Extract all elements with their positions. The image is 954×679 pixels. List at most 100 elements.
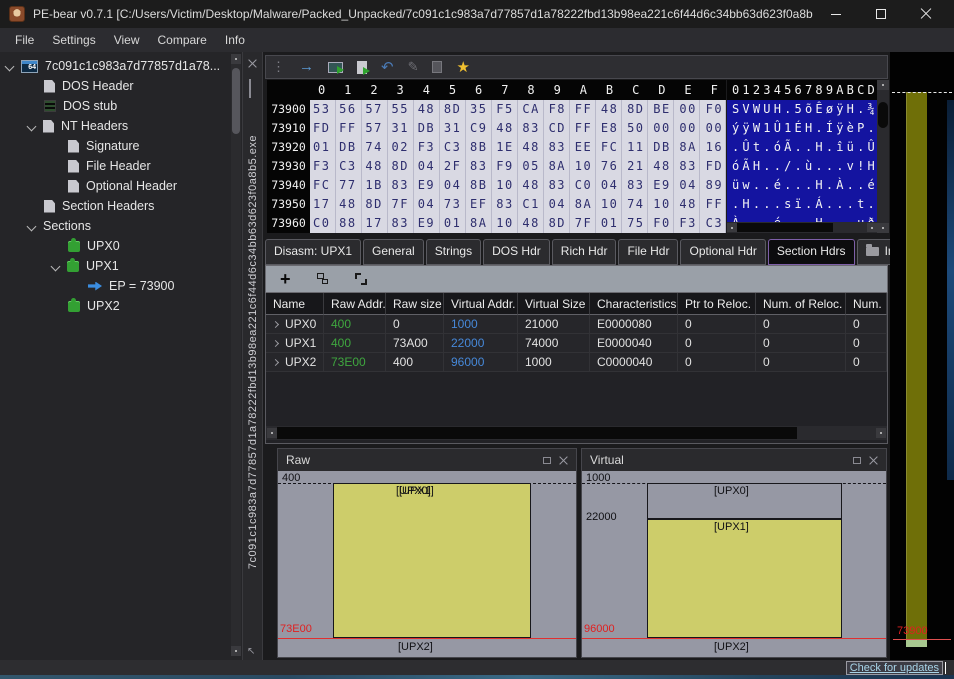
- cell-characteristics[interactable]: C0000040: [590, 353, 678, 372]
- ascii-row[interactable]: .H...sï.Á...t.Hÿ: [727, 195, 877, 214]
- edit-pencil-icon[interactable]: ✎: [408, 59, 419, 75]
- tree-item-upx1[interactable]: UPX1: [0, 256, 242, 276]
- cell-raw-size[interactable]: 0: [386, 315, 444, 334]
- scroll-right-button[interactable]: [876, 428, 886, 438]
- cell-raw-size[interactable]: 400: [386, 353, 444, 372]
- column-header-virtual-addr[interactable]: Virtual Addr.: [444, 293, 518, 315]
- scrollbar-thumb[interactable]: [277, 427, 797, 439]
- tree-item-upx0[interactable]: UPX0: [0, 236, 242, 256]
- chevron-down-icon[interactable]: [5, 61, 15, 71]
- export-icon[interactable]: [357, 61, 367, 74]
- panel-close-icon[interactable]: [869, 456, 878, 465]
- tab-disasm-upx1[interactable]: Disasm: UPX1: [265, 239, 361, 265]
- cell-raw-addr[interactable]: 400: [324, 315, 386, 334]
- scrollbar-thumb[interactable]: [232, 68, 240, 134]
- clipboard-icon[interactable]: [432, 61, 442, 73]
- menu-settings[interactable]: Settings: [43, 30, 104, 50]
- ascii-vertical-scrollbar[interactable]: [877, 80, 889, 233]
- table-row-upx1-name[interactable]: UPX1: [266, 334, 324, 353]
- cell-ptr-reloc[interactable]: 0: [678, 334, 756, 353]
- panel-close-icon[interactable]: [559, 456, 568, 465]
- tab-section-hdrs[interactable]: Section Hdrs: [768, 239, 855, 265]
- cell-virtual-addr[interactable]: 96000: [444, 353, 518, 372]
- tree-item-nt-headers[interactable]: NT Headers: [0, 116, 242, 136]
- chevron-right-icon[interactable]: [272, 320, 279, 327]
- tab-rich-hdr[interactable]: Rich Hdr: [552, 239, 617, 265]
- chevron-right-icon[interactable]: [272, 339, 279, 346]
- cell-ptr-reloc[interactable]: 0: [678, 353, 756, 372]
- cell-characteristics[interactable]: E0000080: [590, 315, 678, 334]
- column-header-name[interactable]: Name: [266, 293, 324, 315]
- cell-num[interactable]: 0: [846, 334, 887, 353]
- tree-item-root[interactable]: 64 7c091c1c983a7d77857d1a78...: [0, 56, 242, 76]
- scroll-left-button[interactable]: [727, 223, 737, 232]
- column-header-num[interactable]: Num.: [846, 293, 887, 315]
- tree-scrollbar[interactable]: [231, 54, 241, 656]
- cell-num[interactable]: 0: [846, 353, 887, 372]
- follow-arrow-icon[interactable]: →: [299, 60, 314, 74]
- ascii-row[interactable]: óÃH../.ù...v!H.ý: [727, 157, 877, 176]
- tab-optional-hdr[interactable]: Optional Hdr: [680, 239, 765, 265]
- cell-virtual-size[interactable]: 21000: [518, 315, 590, 334]
- tree-item-entry-point[interactable]: EP = 73900: [0, 276, 242, 296]
- cell-ptr-reloc[interactable]: 0: [678, 315, 756, 334]
- table-row-upx0-name[interactable]: UPX0: [266, 315, 324, 334]
- scrollbar-thumb[interactable]: [878, 102, 888, 128]
- tree-item-upx2[interactable]: UPX2: [0, 296, 242, 316]
- scrollbar-thumb[interactable]: [737, 223, 833, 232]
- cell-virtual-addr[interactable]: 22000: [444, 334, 518, 353]
- minimize-button[interactable]: [813, 0, 858, 28]
- scroll-left-button[interactable]: [267, 428, 277, 438]
- tree-item-sections[interactable]: Sections: [0, 216, 242, 236]
- chevron-right-icon[interactable]: [272, 358, 279, 365]
- tab-general[interactable]: General: [363, 239, 424, 265]
- cell-num-reloc[interactable]: 0: [756, 353, 846, 372]
- scroll-right-button[interactable]: [867, 223, 877, 232]
- add-section-button[interactable]: +: [280, 270, 291, 288]
- maximize-button[interactable]: [858, 0, 903, 28]
- hex-byte-row[interactable]: FD FF 57 31 DB 31 C9 48 83 CD FF E8 50 0…: [310, 119, 726, 138]
- ascii-row[interactable]: üw..é...H.À..é..: [727, 176, 877, 195]
- column-header-raw-size[interactable]: Raw size: [386, 293, 444, 315]
- chevron-down-icon[interactable]: [51, 261, 61, 271]
- chevron-down-icon[interactable]: [27, 121, 37, 131]
- file-minimap[interactable]: 73900: [890, 52, 954, 660]
- tab-dos-hdr[interactable]: DOS Hdr: [483, 239, 550, 265]
- ascii-row[interactable]: ýÿW1Û1ÉH.ÍÿèP...: [727, 119, 877, 138]
- ascii-panel[interactable]: 0123456789ABCDEF SVWUH.5õÊøÿH.¾.ð ýÿW1Û1…: [727, 80, 877, 233]
- hex-byte-row[interactable]: 17 48 8D 7F 04 73 EF 83 C1 04 8A 10 74 1…: [310, 195, 726, 214]
- toolbar-grip-icon[interactable]: ⋮: [272, 59, 285, 75]
- menu-info[interactable]: Info: [216, 30, 254, 50]
- hex-byte-row[interactable]: 01 DB 74 02 F3 C3 8B 1E 48 83 EE FC 11 D…: [310, 138, 726, 157]
- menu-compare[interactable]: Compare: [149, 30, 216, 50]
- tree-item-dos-header[interactable]: DOS Header: [0, 76, 242, 96]
- tree-item-dos-stub[interactable]: DOS stub: [0, 96, 242, 116]
- cell-raw-size[interactable]: 73A00: [386, 334, 444, 353]
- table-row-upx2-name[interactable]: UPX2: [266, 353, 324, 372]
- cell-num-reloc[interactable]: 0: [756, 334, 846, 353]
- minimap-section-bar[interactable]: [906, 92, 927, 639]
- table-horizontal-scrollbar[interactable]: [266, 426, 887, 440]
- cell-raw-addr[interactable]: 73E00: [324, 353, 386, 372]
- hex-byte-row[interactable]: 53 56 57 55 48 8D 35 F5 CA F8 FF 48 8D B…: [310, 100, 726, 119]
- scroll-up-button[interactable]: [231, 54, 241, 64]
- column-header-raw-addr[interactable]: Raw Addr.: [324, 293, 386, 315]
- menu-file[interactable]: File: [6, 30, 43, 50]
- column-header-virtual-size[interactable]: Virtual Size: [518, 293, 590, 315]
- cell-raw-addr[interactable]: 400: [324, 334, 386, 353]
- panel-float-icon[interactable]: [543, 457, 551, 464]
- hex-byte-row[interactable]: C0 88 17 83 E9 01 8A 10 48 8D 7F 01 75 F…: [310, 214, 726, 233]
- favorite-star-icon[interactable]: ★: [456, 58, 469, 76]
- duplicate-section-icon[interactable]: [317, 273, 329, 285]
- column-header-ptr-reloc[interactable]: Ptr to Reloc.: [678, 293, 756, 315]
- chevron-down-icon[interactable]: [27, 221, 37, 231]
- cell-characteristics[interactable]: E0000040: [590, 334, 678, 353]
- scroll-up-button[interactable]: [877, 80, 889, 90]
- scroll-down-button[interactable]: [231, 646, 241, 656]
- tab-strings[interactable]: Strings: [426, 239, 481, 265]
- column-header-characteristics[interactable]: Characteristics: [590, 293, 678, 315]
- scroll-down-button[interactable]: [877, 223, 889, 233]
- tree-item-file-header[interactable]: File Header: [0, 156, 242, 176]
- column-header-num-reloc[interactable]: Num. of Reloc.: [756, 293, 846, 315]
- tree-item-signature[interactable]: Signature: [0, 136, 242, 156]
